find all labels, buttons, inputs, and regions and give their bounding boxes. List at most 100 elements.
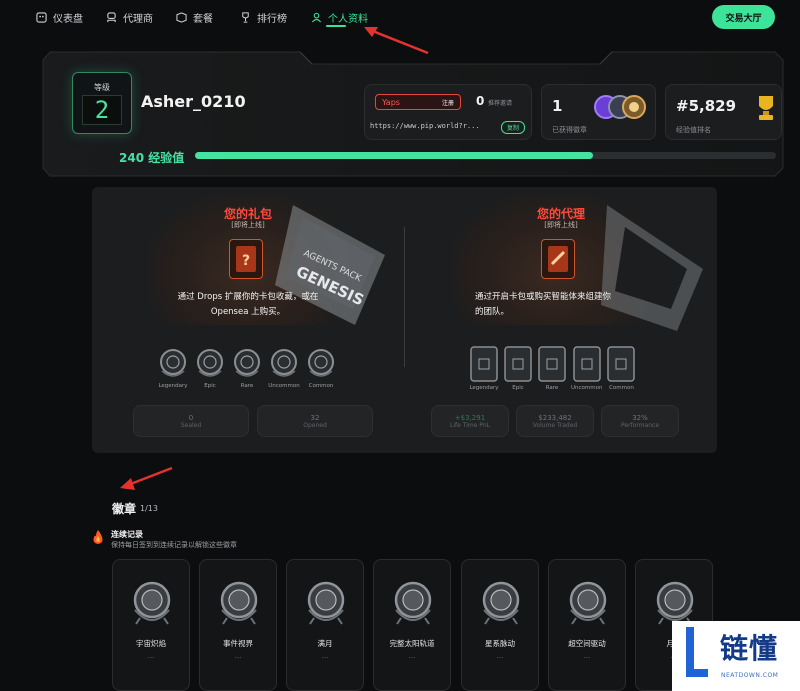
- badge-card[interactable]: 事件视界...: [199, 559, 277, 691]
- tier-medal-icon: [234, 349, 260, 377]
- lifetime-pnl-stat: +$3,291 Life Time PnL: [431, 405, 509, 437]
- performance-stat: 32% Performance: [601, 405, 679, 437]
- nav-item-leaderboard[interactable]: 排行榜: [240, 10, 287, 25]
- opened-stat: 32 Opened: [257, 405, 373, 437]
- xp-progress-bar: [195, 152, 776, 159]
- watermark-logo-icon: [686, 627, 708, 677]
- watermark-subtext: NEATDOWN.COM: [721, 672, 779, 679]
- badges-count: 1/13: [140, 504, 158, 513]
- level-number: 2: [82, 94, 122, 125]
- badges-earned-value: 1: [552, 97, 563, 115]
- referral-link: https://www.pip.world?r...: [370, 122, 480, 130]
- badge-name: 宇宙炽焰: [136, 639, 166, 648]
- badge-status: ...: [496, 652, 504, 660]
- referral-card: Yaps 注册 0 推荐邀请 https://www.pip.world?r..…: [364, 84, 532, 140]
- pack-card-icon: ?: [229, 239, 263, 279]
- tier-common: Common: [606, 345, 636, 391]
- streak-description: 保持每日签到到连续记录以解锁这些徽章: [111, 541, 237, 549]
- yaps-label: Yaps: [382, 97, 400, 107]
- nav-label: 套餐: [193, 14, 213, 25]
- active-tab-indicator: [326, 25, 346, 27]
- badge-emblem-icon: [133, 581, 171, 625]
- xp-label: 240 经验值: [119, 151, 185, 165]
- referral-count: 0: [476, 94, 485, 108]
- agents-section: 您的代理 [即将上线] 通过开启卡包或购买智能体来组建你 的团队。 Legend…: [405, 187, 717, 453]
- badge-status: ...: [147, 652, 155, 660]
- tier-medal-icon: [271, 349, 297, 377]
- badge-card[interactable]: 宇宙炽焰...: [112, 559, 190, 691]
- annotation-arrow-icon: [120, 466, 173, 490]
- streak-title: 连续记录: [111, 530, 143, 539]
- nav-label: 排行榜: [257, 14, 287, 25]
- agent-icon: [107, 12, 116, 23]
- nav-item-dashboard[interactable]: 仪表盘: [36, 10, 83, 25]
- badge-name: 完整太阳轨道: [389, 639, 435, 648]
- tier-rare: Rare: [537, 345, 567, 391]
- referral-count-label: 推荐邀请: [488, 100, 513, 107]
- trade-hall-button[interactable]: 交易大厅: [712, 5, 775, 29]
- tier-epic: Epic: [193, 347, 227, 389]
- tier-medal-icon: [197, 349, 223, 377]
- badge-emblem-icon: [394, 581, 432, 625]
- tier-card-icon: [572, 346, 601, 382]
- badge-status: ...: [408, 652, 416, 660]
- xp-rank-value: #5,829: [676, 97, 737, 115]
- rank-trophy-icon: [759, 96, 773, 120]
- tier-epic: Epic: [503, 345, 533, 391]
- badge-card[interactable]: 超空间驱动...: [548, 559, 626, 691]
- fire-icon: [93, 530, 103, 544]
- sealed-stat: 0 Sealed: [133, 405, 249, 437]
- username: Asher_0210: [141, 92, 246, 111]
- badge-name: 事件视界: [223, 639, 253, 648]
- tier-medal-icon: [160, 349, 186, 377]
- packs-description: 通过 Drops 扩展你的卡包收藏，或在 Opensea 上购买。: [177, 292, 319, 317]
- badge-medals-icon: [594, 95, 646, 119]
- nav-item-agents[interactable]: 代理商: [106, 10, 153, 25]
- badge-card[interactable]: 满月...: [286, 559, 364, 691]
- badge-emblem-icon: [220, 581, 258, 625]
- xp-rank-card: #5,829 经验值排名: [665, 84, 782, 140]
- agent-tier-list: Legendary Epic Rare Uncommon Common: [469, 345, 636, 391]
- packs-section: AGENTS PACK GENESIS 您的礼包 [即将上线] ? 通过 Dro…: [92, 187, 404, 453]
- xp-rank-label: 经验值排名: [676, 126, 711, 134]
- agent-card-icon: [541, 239, 575, 279]
- badges-earned-card: 1 已获得徽章: [541, 84, 656, 140]
- tier-rare: Rare: [230, 347, 264, 389]
- register-label: 注册: [441, 99, 454, 107]
- nav-item-packages[interactable]: 套餐: [176, 10, 213, 25]
- badge-status: ...: [583, 652, 591, 660]
- tier-card-icon: [607, 346, 636, 382]
- nav-label: 代理商: [123, 14, 153, 25]
- badges-title: 徽章: [112, 502, 137, 516]
- badge-status: ...: [321, 652, 329, 660]
- site-watermark: 链懂 NEATDOWN.COM: [672, 621, 800, 691]
- badge-status: ...: [234, 652, 242, 660]
- copy-button[interactable]: 复制: [501, 121, 525, 134]
- badge-name: 满月: [317, 639, 333, 648]
- tier-card-icon: [538, 346, 566, 382]
- tier-card-icon: [470, 346, 498, 382]
- level-label: 等级: [94, 82, 110, 92]
- pack-tier-list: Legendary Epic Rare Uncommon Common: [156, 347, 338, 389]
- xp-progress-fill: [195, 152, 593, 159]
- badge-emblem-icon: [482, 581, 520, 625]
- tier-common: Common: [304, 347, 338, 389]
- badge-name: 超空间驱动: [568, 639, 606, 648]
- level-badge: 等级 2: [72, 72, 132, 134]
- tier-uncommon: Uncommon: [571, 345, 602, 391]
- tier-card-icon: [504, 346, 532, 382]
- svg-text:?: ?: [242, 253, 250, 269]
- volume-traded-stat: $233,482 Volume Traded: [516, 405, 594, 437]
- tier-legendary: Legendary: [469, 345, 499, 391]
- agents-subtitle: [即将上线]: [544, 221, 578, 229]
- trophy-icon: [242, 12, 249, 23]
- tier-medal-icon: [308, 349, 334, 377]
- watermark-text: 链懂: [720, 632, 779, 665]
- badge-card[interactable]: 星系脉动...: [461, 559, 539, 691]
- yaps-register-button[interactable]: Yaps 注册: [375, 94, 461, 110]
- badge-card[interactable]: 完整太阳轨道...: [373, 559, 451, 691]
- badge-name: 星系脉动: [485, 639, 515, 648]
- tier-legendary: Legendary: [156, 347, 190, 389]
- packs-subtitle: [即将上线]: [231, 221, 265, 229]
- badge-emblem-icon: [307, 581, 345, 625]
